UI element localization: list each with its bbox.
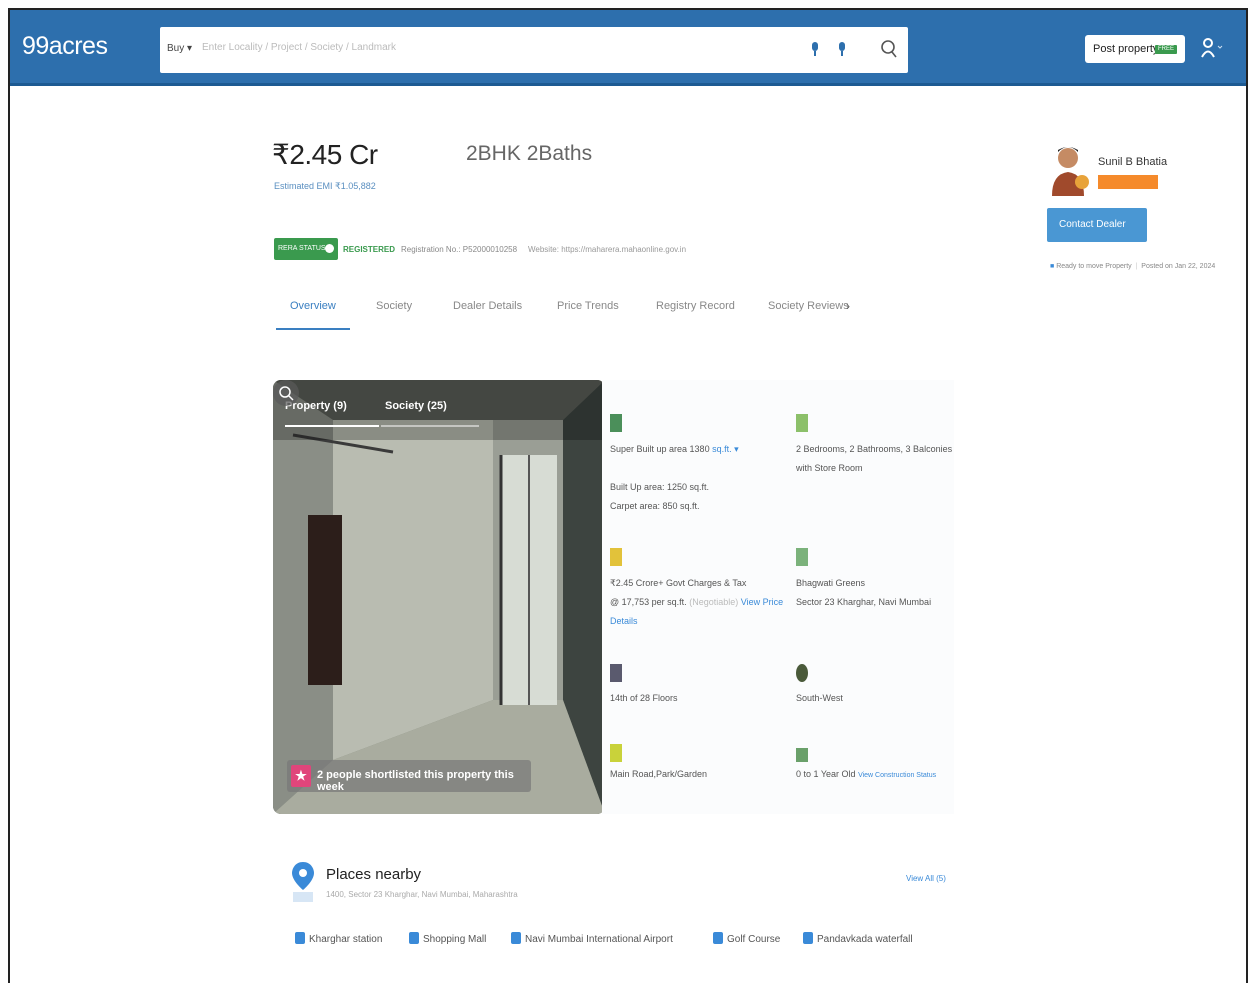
airplane-icon — [511, 932, 521, 944]
rera-badge-label: RERA STATUS — [278, 245, 326, 252]
property-photo — [273, 380, 605, 814]
spec-facing: South-West — [796, 664, 966, 704]
search-input[interactable]: Enter Locality / Project / Society / Lan… — [202, 42, 396, 53]
section-tabs: Overview Society Dealer Details Price Tr… — [272, 299, 872, 332]
price-details-link[interactable]: Details — [610, 616, 638, 626]
listing-price: ₹2.45 Cr — [272, 139, 378, 170]
post-property-label: Post property — [1093, 43, 1159, 55]
spec-area: Super Built up area 1380 sq.ft. ▾ Built … — [610, 414, 780, 514]
search-type-label: Buy — [167, 43, 185, 54]
view-all-places-link[interactable]: View All (5) — [906, 874, 946, 883]
contact-dealer-button[interactable]: Contact Dealer — [1047, 208, 1147, 242]
spec-floor: 14th of 28 Floors — [610, 664, 780, 704]
building-age-icon — [796, 748, 808, 762]
carpet-area: Carpet area: 850 sq.ft. — [610, 501, 700, 511]
nearby-place[interactable]: Shopping Mall — [409, 932, 486, 945]
free-badge: FREE — [1155, 45, 1177, 54]
gallery-active-tab-indicator — [285, 425, 379, 427]
rera-info-icon[interactable] — [325, 244, 334, 253]
post-property-button[interactable]: Post property FREE — [1085, 35, 1185, 63]
nearby-place[interactable]: Golf Course — [713, 932, 780, 945]
star-icon: ★ — [291, 765, 311, 787]
top-navigation-bar: 99acres Buy ▾ Enter Locality / Project /… — [10, 10, 1246, 86]
spec-configuration: 2 Bedrooms, 2 Bathrooms, 3 Balconies wit… — [796, 414, 966, 474]
places-address: 1400, Sector 23 Kharghar, Navi Mumbai, M… — [326, 890, 518, 899]
ready-status: Ready to move Property — [1056, 263, 1132, 270]
area-unit-dropdown[interactable]: sq.ft. — [712, 444, 732, 454]
search-type-dropdown[interactable]: Buy ▾ — [167, 43, 192, 54]
price-tag-icon — [610, 548, 622, 566]
gallery-tab-divider — [381, 425, 479, 427]
floor-icon — [610, 664, 622, 682]
overlooking-icon — [610, 744, 622, 762]
facing-direction: South-West — [796, 693, 843, 703]
active-tab-indicator — [276, 328, 350, 330]
floor-number: 14th of 28 Floors — [610, 693, 678, 703]
posted-date: Posted on Jan 22, 2024 — [1141, 263, 1216, 270]
compass-icon — [796, 664, 808, 682]
price-detail: ₹2.45 Crore+ Govt Charges & Tax — [610, 578, 747, 588]
rera-registered-label: REGISTERED — [343, 245, 396, 254]
property-age: 0 to 1 Year Old View Construction Status — [796, 769, 937, 779]
emi-estimate-link[interactable]: Estimated EMI ₹1.05,882 — [274, 181, 376, 192]
chevron-right-icon[interactable]: › — [846, 299, 850, 313]
browser-viewport: 99acres Buy ▾ Enter Locality / Project /… — [8, 8, 1248, 983]
area-icon — [610, 414, 622, 432]
listing-status-line: ■ Ready to move Property | Posted on Jan… — [1050, 263, 1216, 270]
spec-address: Bhagwati Greens Sector 23 Kharghar, Navi… — [796, 548, 966, 608]
dealer-badge — [1098, 175, 1158, 189]
map-pin-icon — [292, 862, 314, 902]
zoom-icon[interactable] — [273, 380, 299, 406]
nearby-place[interactable]: Navi Mumbai International Airport — [511, 932, 673, 945]
dealer-avatar — [1052, 147, 1089, 196]
shortlist-text: 2 people shortlisted this property this … — [317, 769, 514, 793]
configuration-rooms: 2 Bedrooms, 2 Bathrooms, 3 Balconies — [796, 444, 953, 454]
tab-society[interactable]: Society — [376, 300, 412, 312]
golf-icon — [713, 932, 723, 944]
shopping-bag-icon — [409, 932, 419, 944]
tab-society-reviews[interactable]: Society Reviews — [768, 300, 849, 312]
view-price-link[interactable]: View Price — [741, 597, 783, 607]
property-details-panel: Super Built up area 1380 sq.ft. ▾ Built … — [602, 380, 954, 814]
spec-price: ₹2.45 Crore+ Govt Charges & Tax @ 17,753… — [610, 548, 790, 628]
nearby-place[interactable]: Pandavkada waterfall — [803, 932, 913, 945]
home-icon: ■ — [1050, 263, 1055, 270]
super-built-up-area: Super Built up area 1380 sq.ft. ▾ — [610, 444, 739, 454]
listing-configuration: 2BHK 2Baths — [466, 142, 593, 165]
shortlist-banner: ★ 2 people shortlisted this property thi… — [287, 760, 531, 793]
location-pin-icon — [796, 548, 808, 566]
gallery-tab-society[interactable]: Society (25) — [385, 400, 447, 412]
places-nearby-title: Places nearby — [326, 866, 422, 883]
overlooking-value: Main Road,Park/Garden — [610, 769, 708, 779]
tab-price-trends[interactable]: Price Trends — [557, 300, 619, 312]
property-photo-gallery[interactable]: Property (9) Society (25) ★ 2 people sho… — [273, 380, 605, 814]
locality: Sector 23 Kharghar, Navi Mumbai — [796, 597, 932, 607]
society-name: Bhagwati Greens — [796, 578, 866, 588]
construction-status-link[interactable]: View Construction Status — [858, 772, 936, 779]
location-icon[interactable] — [810, 42, 820, 58]
tab-overview[interactable]: Overview — [290, 300, 336, 312]
spec-property-age: 0 to 1 Year Old View Construction Status — [796, 744, 976, 784]
bed-icon — [796, 414, 808, 432]
configuration-extra: with Store Room — [796, 463, 863, 473]
built-up-area: Built Up area: 1250 sq.ft. — [610, 482, 710, 492]
nearby-place[interactable]: Kharghar station — [295, 932, 382, 945]
dealer-name[interactable]: Sunil B Bhatia — [1098, 156, 1167, 168]
user-account-icon[interactable] — [1200, 37, 1224, 59]
tab-dealer-details[interactable]: Dealer Details — [453, 300, 522, 312]
rera-website: Website: https://maharera.mahaonline.gov… — [528, 245, 687, 254]
rera-registration-number: Registration No.: P52000010258 — [401, 245, 518, 254]
tab-registry-record[interactable]: Registry Record — [656, 300, 735, 312]
site-logo[interactable]: 99acres — [22, 32, 108, 61]
train-icon — [295, 932, 305, 944]
price-per-sqft: @ 17,753 per sq.ft. (Negotiable) View Pr… — [610, 597, 784, 607]
rera-status-badge: RERA STATUS — [274, 238, 338, 260]
mic-icon[interactable] — [837, 42, 847, 58]
waterfall-icon — [803, 932, 813, 944]
search-bar[interactable]: Buy ▾ Enter Locality / Project / Society… — [160, 27, 908, 73]
spec-overlooking: Main Road,Park/Garden — [610, 744, 780, 784]
search-icon[interactable] — [879, 38, 899, 60]
